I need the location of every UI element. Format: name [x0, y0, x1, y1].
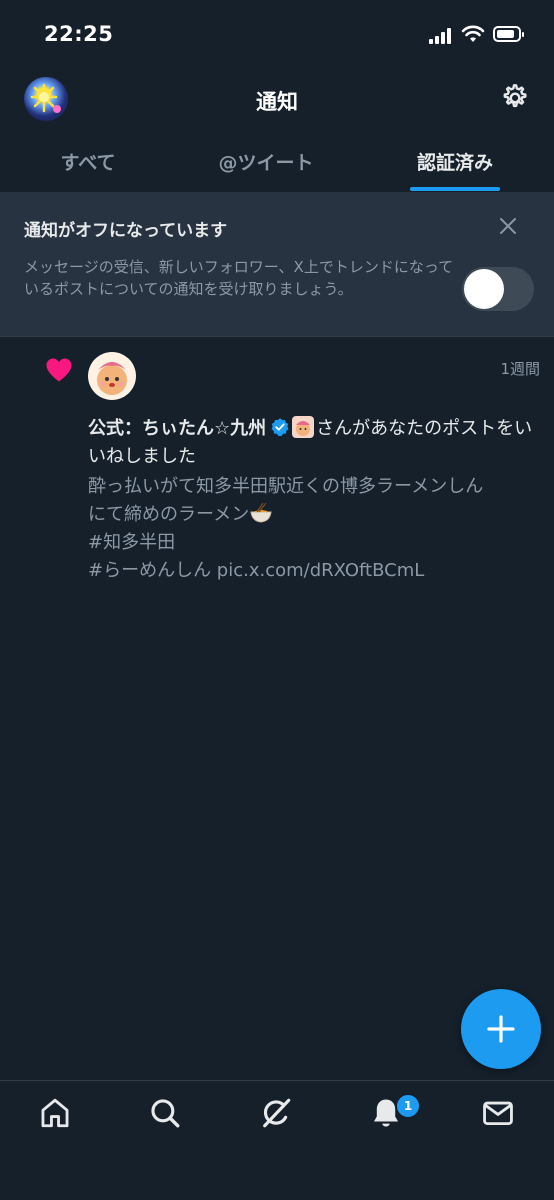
user-avatar[interactable]	[88, 352, 136, 400]
active-tab-indicator	[410, 187, 500, 191]
tab-mentions[interactable]: @ツイート	[196, 148, 336, 175]
ramen-emoji-icon	[250, 502, 272, 523]
post-line: にて締めのラーメン	[88, 504, 250, 525]
home-icon[interactable]	[38, 1096, 72, 1130]
search-icon[interactable]	[148, 1096, 182, 1130]
post-hashtag: #知多半田	[88, 532, 176, 553]
tab-verified[interactable]: 認証済み	[396, 148, 514, 175]
gear-icon[interactable]	[498, 82, 530, 114]
post-line: 酔っ払いがて知多半田駅近くの博多ラーメンしん	[88, 476, 484, 497]
grok-icon[interactable]	[259, 1096, 293, 1130]
mail-icon[interactable]	[481, 1096, 515, 1130]
battery-icon	[493, 26, 524, 42]
banner-description: メッセージの受信、新しいフォロワー、X上でトレンドになっているポストについての通…	[24, 258, 454, 298]
heart-icon	[46, 358, 72, 382]
notification-text[interactable]: 公式：ちぃたん☆九州 さんがあなたのポストをいいねしました	[88, 415, 544, 471]
cellular-signal-icon	[429, 28, 453, 44]
notifications-badge: 1	[395, 1093, 421, 1119]
status-time: 22:25	[44, 22, 114, 46]
page-title: 通知	[256, 90, 298, 114]
verified-badge-icon	[271, 418, 289, 436]
plus-icon	[487, 1015, 515, 1043]
post-hashtag-link: #らーめんしん pic.x.com/dRXOftBCmL	[88, 560, 425, 581]
affiliate-avatar	[292, 416, 315, 438]
compose-button[interactable]	[461, 989, 541, 1069]
timestamp: 1週間	[500, 360, 540, 378]
tab-all[interactable]: すべて	[30, 148, 146, 175]
wifi-icon	[461, 25, 485, 42]
banner-title: 通知がオフになっています	[24, 221, 228, 241]
close-icon[interactable]	[496, 214, 520, 238]
post-preview[interactable]: 酔っ払いがて知多半田駅近くの博多ラーメンしん にて締めのラーメン #知多半田 #…	[88, 473, 544, 585]
notifications-toggle[interactable]	[462, 267, 534, 311]
user-name[interactable]: 公式：ちぃたん☆九州	[88, 418, 266, 439]
divider	[0, 336, 554, 337]
